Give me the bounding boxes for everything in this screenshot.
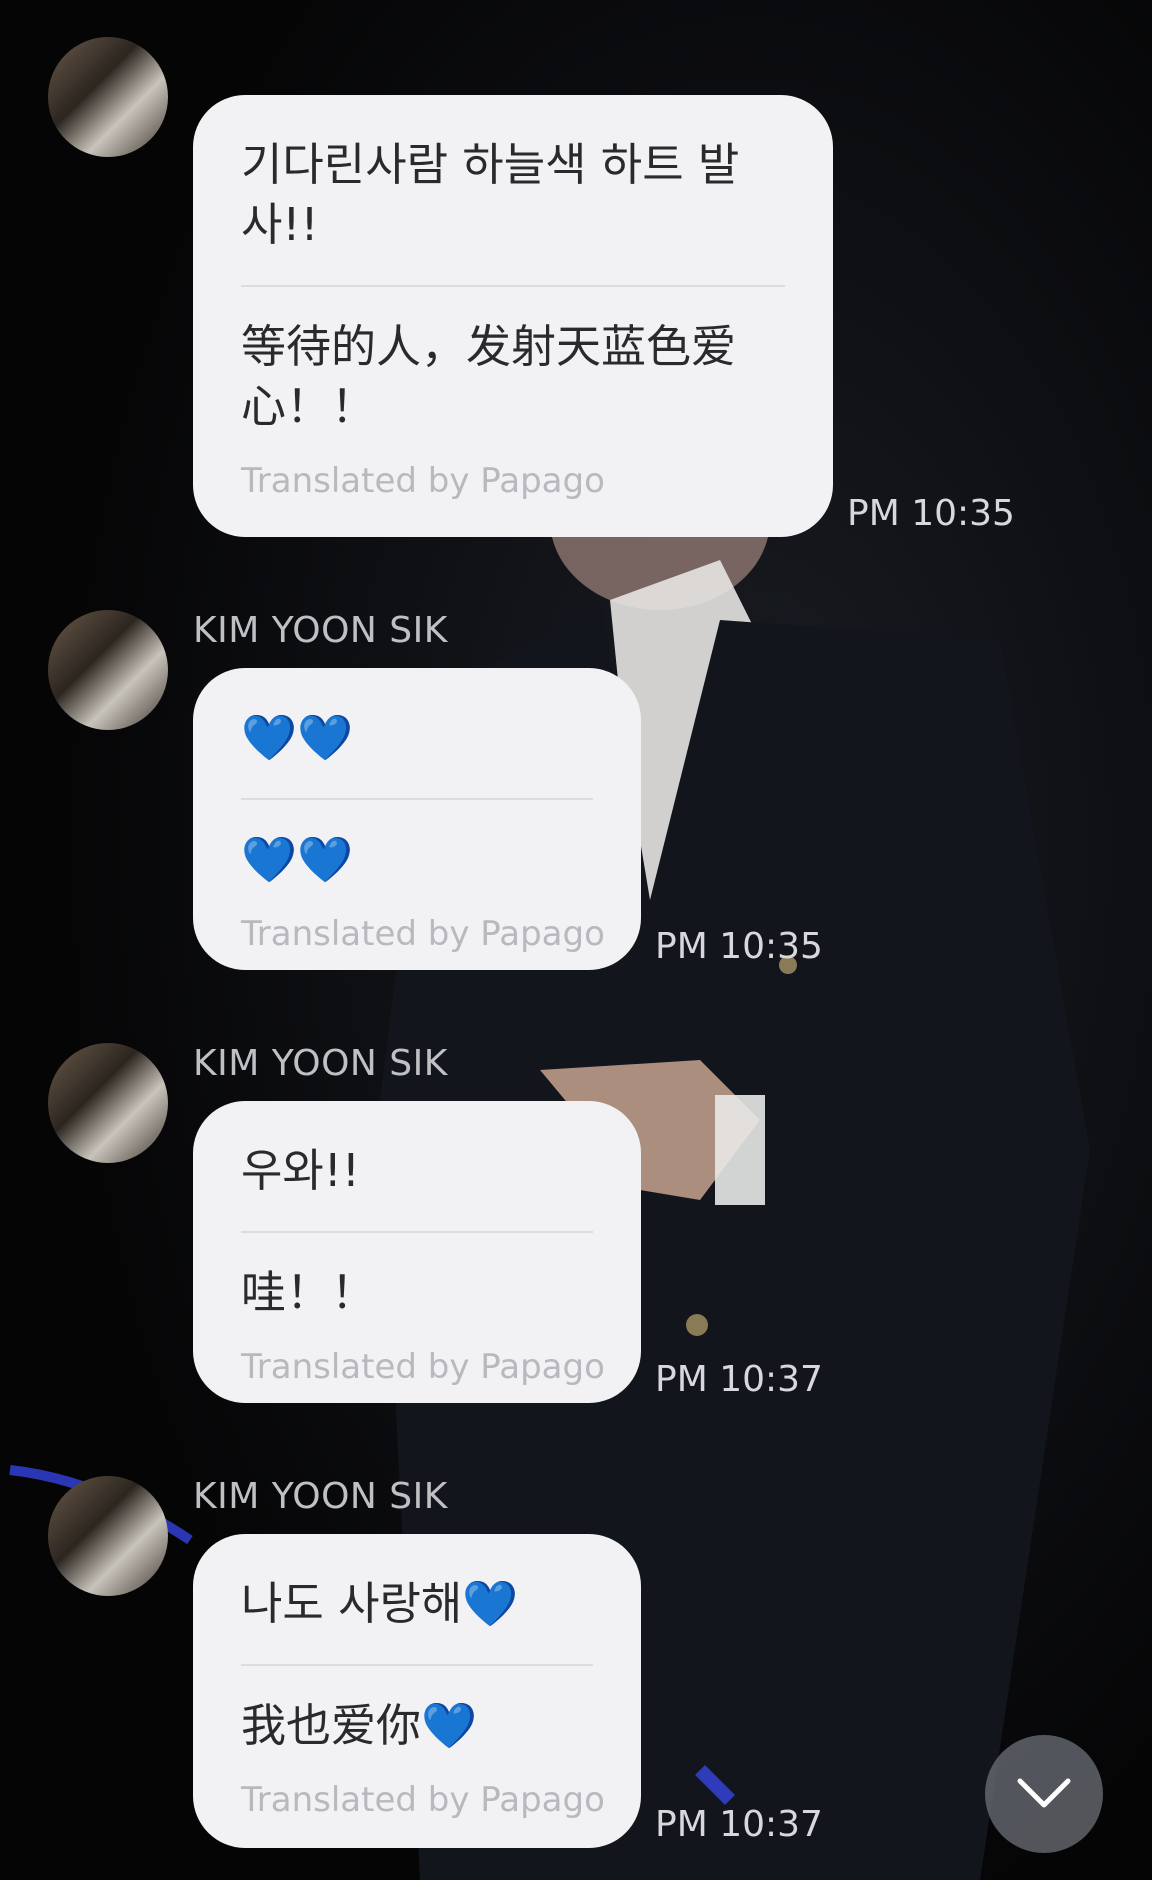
avatar[interactable] [48,37,168,157]
divider [241,798,593,800]
translated-text: 哇！！ [241,1266,377,1319]
avatar[interactable] [48,1476,168,1596]
message-bubble[interactable]: 우와!! 哇！！ Translated by Papago [193,1101,641,1403]
message-time: PM 10:37 [655,1804,823,1845]
sender-name: KIM YOON SIK [193,1476,448,1517]
chat-screen: 기다린사람 하늘색 하트 발사!! 等待的人，发射天蓝色爱心！！ Transla… [0,0,1152,1880]
message-time: PM 10:37 [655,1359,823,1400]
divider [241,1231,593,1233]
scroll-to-bottom-button[interactable] [985,1735,1103,1853]
sender-name: KIM YOON SIK [193,610,448,651]
chevron-down-icon [1017,1778,1071,1808]
translated-by-label: Translated by Papago [241,461,605,501]
message-time: PM 10:35 [847,493,1015,534]
original-text: 💙💙 [241,711,354,764]
message-bubble[interactable]: 기다린사람 하늘색 하트 발사!! 等待的人，发射天蓝色爱心！！ Transla… [193,95,833,537]
avatar[interactable] [48,610,168,730]
message-bubble[interactable]: 나도 사랑해💙 我也爱你💙 Translated by Papago [193,1534,641,1848]
original-text: 기다린사람 하늘색 하트 발사!! [241,138,740,251]
divider [241,285,785,287]
original-text: 우와!! [241,1144,360,1197]
message-bubble[interactable]: 💙💙 💙💙 Translated by Papago [193,668,641,970]
message-time: PM 10:35 [655,926,823,967]
translated-text: 等待的人，发射天蓝色爱心！！ [241,320,737,433]
translated-text: 💙💙 [241,833,354,886]
sender-name: KIM YOON SIK [193,1043,448,1084]
original-text: 나도 사랑해💙 [241,1577,519,1630]
translated-by-label: Translated by Papago [241,914,605,954]
avatar[interactable] [48,1043,168,1163]
translated-by-label: Translated by Papago [241,1780,605,1820]
translated-text: 我也爱你💙 [241,1699,478,1752]
divider [241,1664,593,1666]
translated-by-label: Translated by Papago [241,1347,605,1387]
